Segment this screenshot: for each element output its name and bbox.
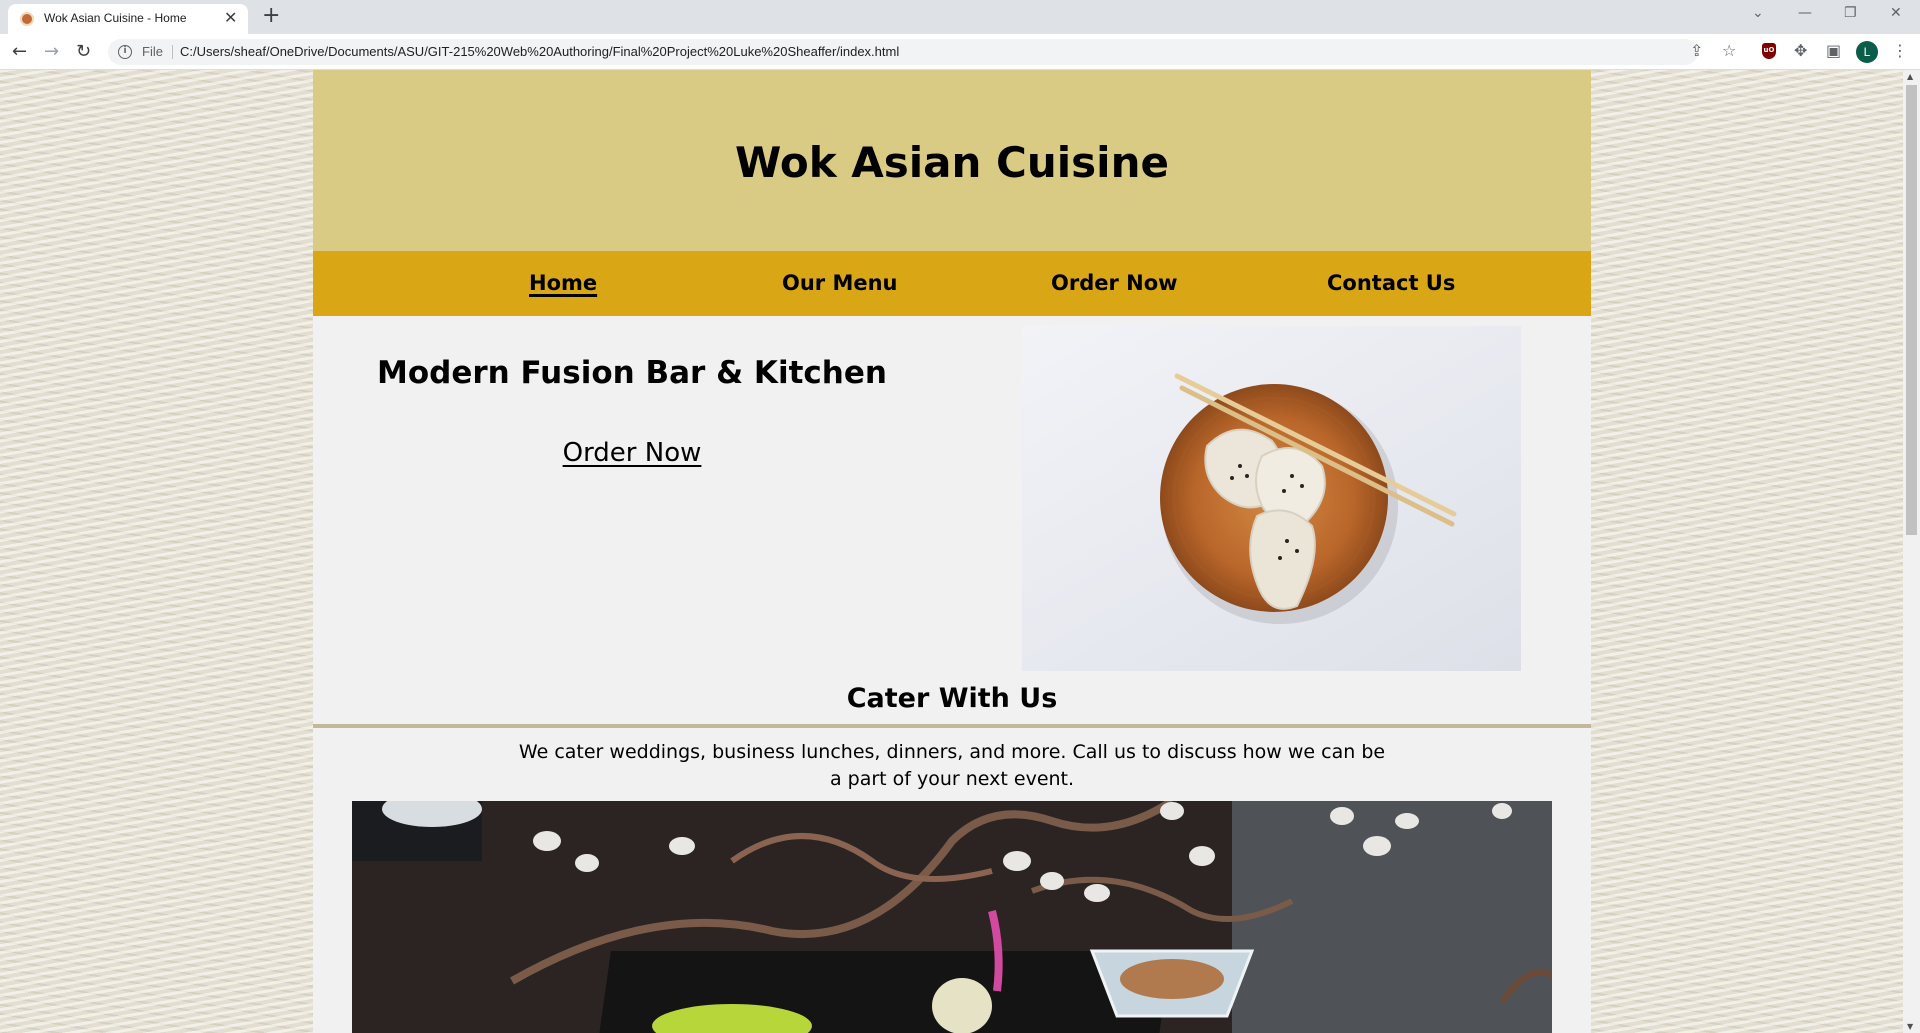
ublock-extension-icon[interactable]: uO (1762, 43, 1776, 59)
site-header: Wok Asian Cuisine (313, 70, 1591, 251)
forward-icon[interactable]: → (44, 42, 59, 62)
close-window-button[interactable]: ✕ (1890, 5, 1902, 21)
minimize-button[interactable]: — (1798, 5, 1812, 21)
catering-illustration (352, 801, 1552, 1033)
bookmark-star-icon[interactable]: ☆ (1722, 42, 1736, 60)
scroll-down-arrow-icon[interactable]: ▼ (1907, 1022, 1913, 1031)
nav-order-link[interactable]: Order Now (1051, 271, 1178, 295)
share-icon[interactable]: ⇪ (1690, 42, 1703, 60)
side-panel-icon[interactable]: ▣ (1826, 42, 1841, 60)
site-title: Wok Asian Cuisine (735, 138, 1169, 187)
divider (172, 45, 173, 59)
tab-strip: Wok Asian Cuisine - Home ✕ + ⌄ — ❐ ✕ (0, 0, 1920, 34)
order-now-link[interactable]: Order Now (313, 438, 951, 468)
file-label: File (142, 44, 163, 59)
section-divider (313, 724, 1591, 728)
info-icon[interactable]: i (118, 45, 132, 59)
tab-title: Wok Asian Cuisine - Home (44, 11, 187, 25)
nav-contact-link[interactable]: Contact Us (1327, 271, 1455, 295)
address-bar[interactable]: i File C:/Users/sheaf/OneDrive/Documents… (108, 39, 1698, 65)
page-viewport: Wok Asian Cuisine Home Our Menu Order No… (0, 70, 1920, 1033)
cater-heading: Cater With Us (846, 683, 1058, 714)
toolbar: ← → ↻ i File C:/Users/sheaf/OneDrive/Doc… (0, 34, 1920, 70)
dumplings-photo (1022, 326, 1521, 671)
nav-menu-link[interactable]: Our Menu (782, 271, 898, 295)
new-tab-button[interactable]: + (262, 4, 280, 28)
main-nav: Home Our Menu Order Now Contact Us (313, 251, 1591, 316)
scrollbar-thumb[interactable] (1906, 85, 1917, 535)
hero-heading: Modern Fusion Bar & Kitchen (377, 355, 887, 391)
tab-search-icon[interactable]: ⌄ (1752, 5, 1764, 21)
browser-tab[interactable]: Wok Asian Cuisine - Home ✕ (8, 4, 248, 34)
url-text[interactable]: C:/Users/sheaf/OneDrive/Documents/ASU/GI… (180, 44, 899, 59)
catering-photo (352, 801, 1552, 1033)
extensions-puzzle-icon[interactable]: ✥ (1794, 42, 1807, 60)
page-scrollbar[interactable]: ▲ ▼ (1903, 70, 1920, 1033)
reload-icon[interactable]: ↻ (76, 42, 91, 62)
menu-kebab-icon[interactable]: ⋮ (1892, 42, 1908, 60)
restore-button[interactable]: ❐ (1844, 5, 1857, 21)
cater-description: We cater weddings, business lunches, din… (518, 741, 1386, 790)
favicon-icon (20, 12, 34, 26)
scroll-up-arrow-icon[interactable]: ▲ (1907, 72, 1913, 81)
nav-home-link[interactable]: Home (529, 271, 597, 295)
dumplings-illustration (1160, 373, 1457, 624)
close-tab-icon[interactable]: ✕ (224, 9, 237, 27)
profile-avatar[interactable]: L (1856, 41, 1878, 63)
back-icon[interactable]: ← (12, 42, 27, 62)
page-container: Wok Asian Cuisine Home Our Menu Order No… (313, 70, 1591, 1033)
